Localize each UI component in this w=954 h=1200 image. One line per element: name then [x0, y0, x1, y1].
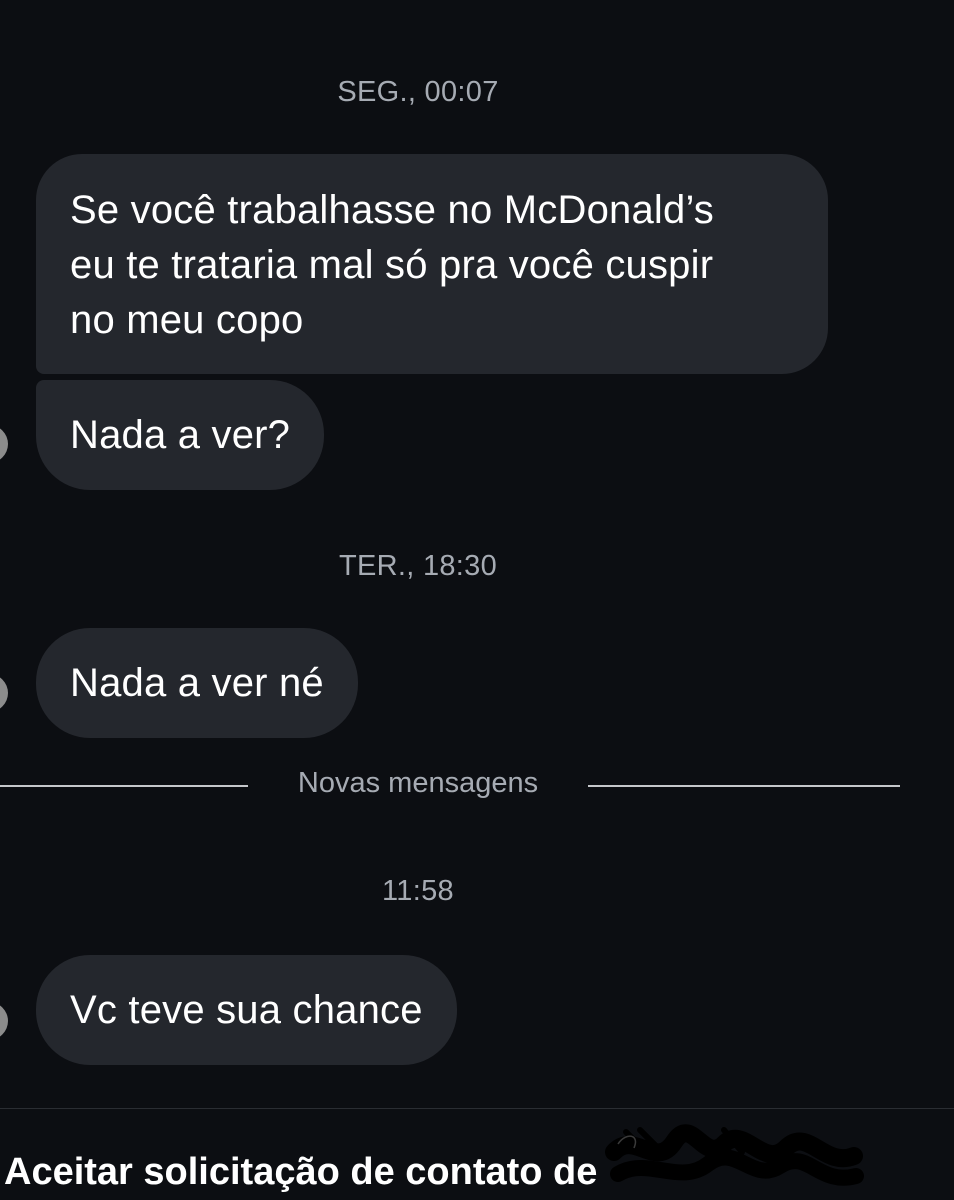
- message-bubble[interactable]: Nada a ver né: [36, 628, 358, 738]
- redacted-name-scribble: [605, 1124, 864, 1186]
- divider-label: Novas mensagens: [297, 767, 539, 799]
- divider-line-right: [588, 785, 900, 787]
- message-bubble[interactable]: Se você trabalhasse no McDonald’s eu te …: [36, 154, 828, 374]
- message-bubble[interactable]: Vc teve sua chance: [36, 955, 457, 1065]
- message-bubble[interactable]: Nada a ver?: [36, 380, 325, 490]
- footer-separator: [0, 1108, 954, 1109]
- timestamp: SEG., 00:07: [337, 76, 499, 108]
- contact-avatar[interactable]: [0, 425, 8, 463]
- timestamp: TER., 18:30: [338, 550, 498, 582]
- contact-avatar[interactable]: [0, 674, 8, 712]
- contact-avatar[interactable]: [0, 1002, 8, 1040]
- accept-contact-request-button[interactable]: Aceitar solicitação de contato de: [4, 1151, 597, 1194]
- divider-line-left: [0, 785, 248, 787]
- timestamp: 11:58: [382, 875, 454, 907]
